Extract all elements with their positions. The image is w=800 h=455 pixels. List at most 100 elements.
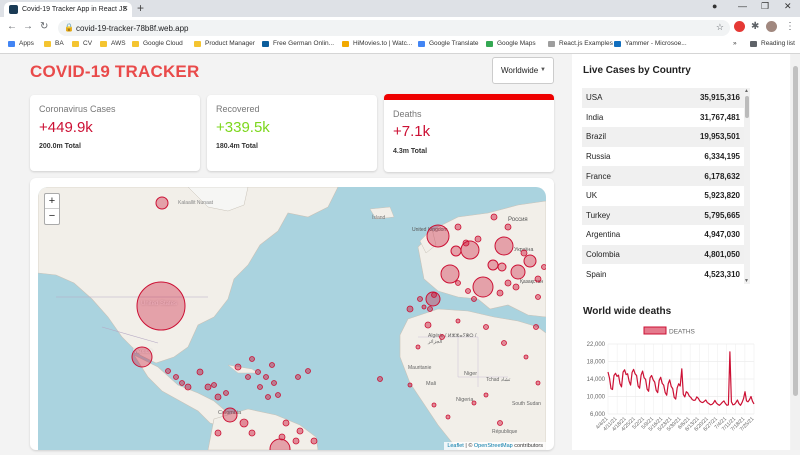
bookmark-item[interactable]: Product Manager (194, 40, 255, 47)
minimize-icon[interactable]: — (738, 1, 747, 11)
table-scrollbar[interactable]: ▲ ▼ (744, 88, 750, 284)
case-circle-turkey[interactable] (523, 254, 537, 268)
window-close-icon[interactable]: ✕ (784, 1, 792, 12)
bookmark-item[interactable]: AWS (100, 40, 126, 47)
world-map[interactable]: United States Mexico Colombia Kalaallit … (38, 187, 546, 450)
bookmark-star-icon[interactable]: ☆ (716, 22, 724, 33)
profile-download-icon[interactable]: ● (712, 1, 717, 11)
app-page: COVID-19 TRACKER Worldwide ▼ Coronavirus… (0, 54, 800, 450)
bookmark-item[interactable]: React.js Examples (548, 40, 613, 47)
bookmark-item[interactable]: Yammer - Microsoe... (614, 40, 687, 47)
country-name: USA (586, 93, 603, 103)
case-circle-canada[interactable] (155, 196, 169, 210)
scroll-down-icon[interactable]: ▼ (744, 278, 749, 284)
bookmark-item[interactable]: Google Maps (486, 40, 536, 47)
apps-grid-icon (8, 40, 15, 47)
bookmark-item[interactable]: CV (72, 40, 92, 47)
live-cases-title: Live Cases by Country (583, 65, 691, 76)
country-cases: 4,801,050 (704, 250, 740, 260)
maximize-icon[interactable]: ❐ (761, 1, 769, 12)
bookmark-item[interactable]: Google Cloud (132, 40, 183, 47)
bookmark-label: Free German Onlin... (273, 40, 335, 47)
card-total: 200.0m Total (39, 143, 81, 150)
recovered-card[interactable]: Recovered +339.5k 180.4m Total (207, 95, 377, 171)
cases-card[interactable]: Coronavirus Cases +449.9k 200.0m Total (30, 95, 200, 171)
avatar[interactable] (766, 21, 777, 32)
bookmark-label: HiMovies.to | Watc... (353, 40, 413, 47)
case-circle-netherlands[interactable] (450, 245, 462, 257)
scroll-up-icon[interactable]: ▲ (744, 88, 749, 94)
leaflet-link[interactable]: Leaflet (447, 443, 464, 449)
country-cases: 6,178,632 (704, 171, 740, 181)
osm-link[interactable]: OpenStreetMap (474, 443, 513, 449)
bookmark-icon (342, 40, 349, 47)
card-value: +449.9k (39, 119, 93, 136)
reload-icon[interactable]: ↻ (40, 21, 48, 32)
bookmark-label: Yammer - Microsoe... (625, 40, 687, 47)
card-total: 4.3m Total (393, 148, 428, 155)
case-circle-colombia[interactable] (222, 407, 238, 423)
table-row: Russia 6,334,195 (582, 147, 744, 167)
back-icon[interactable]: ← (7, 21, 17, 32)
case-circle-france[interactable] (440, 264, 460, 284)
table-scrollbar-thumb[interactable] (745, 96, 749, 118)
card-title: Recovered (216, 104, 260, 114)
country-cases: 4,523,310 (704, 269, 740, 279)
bookmark-icon (486, 40, 493, 47)
legend-label: DEATHS (669, 329, 696, 336)
card-total: 180.4m Total (216, 143, 258, 150)
browser-tab[interactable]: Covid-19 Tracker App in React JS × (4, 2, 132, 17)
case-circle-brazil[interactable] (269, 438, 291, 450)
close-tab-icon[interactable]: × (123, 3, 128, 13)
table-row: USA 35,915,316 (582, 88, 744, 108)
forward-icon[interactable]: → (23, 21, 33, 32)
zoom-out-button[interactable]: − (45, 209, 59, 224)
bookmark-item[interactable]: Free German Onlin... (262, 40, 334, 47)
y-tick-label: 22,000 (587, 342, 606, 348)
deaths-card[interactable]: Deaths +7.1k 4.3m Total (384, 94, 554, 172)
bookmark-item[interactable]: Apps (8, 40, 34, 47)
bookmark-icon (72, 40, 79, 47)
country-cases: 5,795,665 (704, 210, 740, 220)
zoom-in-button[interactable]: + (45, 194, 59, 209)
case-circle-uk[interactable] (426, 224, 450, 248)
bookmark-item[interactable]: HiMovies.to | Watc... (342, 40, 412, 47)
card-value: +7.1k (393, 123, 431, 140)
address-bar[interactable]: 🔒 covid-19-tracker-78b8f.web.app ☆ (58, 20, 730, 36)
menu-kebab-icon[interactable]: ⋮ (785, 21, 795, 32)
bookmark-item[interactable]: Google Translate (418, 40, 479, 47)
case-circle-ukraine[interactable] (510, 264, 526, 280)
bookmark-icon (262, 40, 269, 47)
case-circle-mexico[interactable] (131, 346, 153, 368)
bookmark-item[interactable]: BA (44, 40, 64, 47)
y-tick-label: 18,000 (587, 360, 606, 366)
deaths-line-chart: DEATHS22,00018,00014,00010,0006,0004/4/2… (587, 326, 755, 433)
case-circle-italy[interactable] (472, 276, 494, 298)
extension-icon[interactable] (734, 21, 745, 32)
country-cases: 19,953,501 (699, 132, 740, 142)
live-cases-table[interactable]: USA 35,915,316 India 31,767,481 Brazil 19,953… (582, 88, 744, 284)
country-select[interactable]: Worldwide ▼ (492, 57, 554, 84)
page-scrollbar-thumb[interactable] (793, 66, 798, 396)
reading-list[interactable]: Reading list (750, 40, 795, 47)
extensions-puzzle-icon[interactable]: ✱ (751, 21, 759, 32)
new-tab-icon[interactable]: + (137, 1, 144, 15)
bookmark-icon (614, 40, 621, 47)
country-name: Spain (586, 269, 607, 279)
case-circle-russia[interactable] (494, 236, 514, 256)
table-row: Brazil 19,953,501 (582, 127, 744, 147)
map-zoom-control: + − (44, 193, 60, 225)
case-circle-usa[interactable] (136, 281, 186, 331)
table-row: UK 5,923,820 (582, 186, 744, 206)
case-circle-poland[interactable] (487, 259, 499, 271)
case-circle-czech[interactable] (497, 262, 507, 272)
page-scrollbar[interactable] (791, 54, 800, 450)
bookmark-label: Google Maps (497, 40, 536, 47)
tab-strip: Covid-19 Tracker App in React JS × + ● —… (0, 0, 800, 17)
more-bookmarks-icon[interactable]: » (733, 40, 737, 47)
country-name: France (586, 171, 611, 181)
y-tick-label: 14,000 (587, 377, 606, 383)
reading-list-icon (750, 40, 757, 47)
browser-chrome: Covid-19 Tracker App in React JS × + ● —… (0, 0, 800, 54)
table-row: Colombia 4,801,050 (582, 244, 744, 265)
